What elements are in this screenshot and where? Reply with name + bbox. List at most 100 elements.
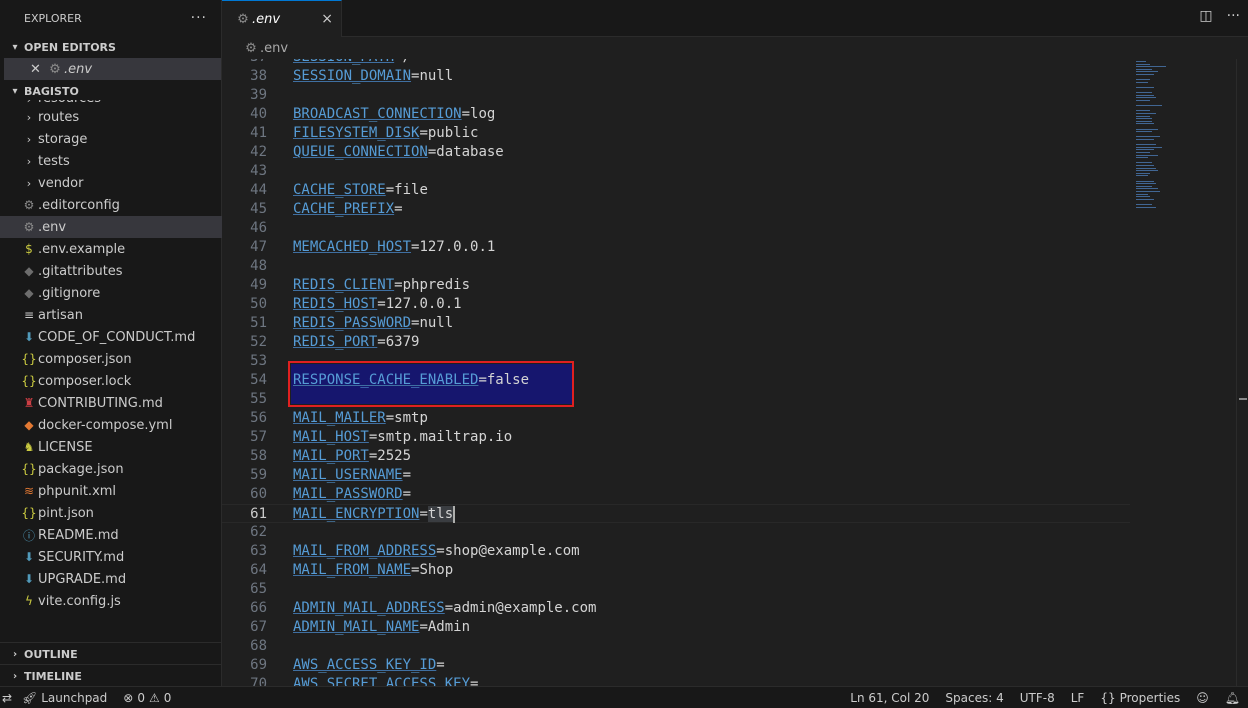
env-value: 127.0.0.1 (419, 239, 496, 255)
line-number: 52 (250, 334, 267, 350)
file-item[interactable]: {} composer.lock (0, 370, 222, 392)
env-key: ADMIN_MAIL_ADDRESS (293, 600, 445, 616)
line-number: 61 (250, 506, 267, 522)
code-line: 69 AWS_ACCESS_KEY_ID= (222, 656, 1130, 675)
env-key: MAIL_PORT (293, 448, 369, 464)
timeline-title: TIMELINE (24, 669, 82, 683)
indentation[interactable]: Spaces: 4 (937, 691, 1011, 705)
minimap-line (1136, 191, 1160, 192)
split-editor-icon[interactable]: ◫ (1199, 8, 1212, 24)
more-actions-icon[interactable]: ··· (191, 10, 207, 26)
open-editor-label: .env (64, 61, 93, 77)
env-value: tls (427, 506, 454, 522)
code-line: 64 MAIL_FROM_NAME=Shop (222, 561, 1130, 580)
minimap-line (1136, 162, 1152, 164)
remote-icon[interactable]: ⇄ (0, 691, 14, 705)
cursor-position[interactable]: Ln 61, Col 20 (842, 691, 937, 705)
file-item[interactable]: ≋ phpunit.xml (0, 480, 222, 502)
folder-item[interactable]: › vendor (0, 172, 222, 194)
minimap-line (1136, 110, 1150, 112)
code-line: 50 REDIS_HOST=127.0.0.1 (222, 295, 1130, 314)
file-item[interactable]: ⓘ README.md (0, 524, 222, 546)
chevron-right-icon: › (26, 154, 32, 168)
tab-env[interactable]: ⚙ .env × (222, 0, 342, 37)
language-mode[interactable]: {} Properties (1092, 691, 1188, 705)
code-editor[interactable]: 37SESSION_PATH=/38SESSION_DOMAIN=null394… (222, 59, 1130, 686)
file-item[interactable]: ≡ artisan (0, 304, 222, 326)
close-icon[interactable]: ✕ (30, 62, 46, 77)
outline-header[interactable]: › OUTLINE (0, 643, 222, 665)
vertical-scrollbar[interactable] (1236, 59, 1248, 686)
file-item[interactable]: ♞ LICENSE (0, 436, 222, 458)
tree-item-label: CODE_OF_CONDUCT.md (38, 329, 196, 345)
file-item[interactable]: ϟ vite.config.js (0, 590, 222, 612)
close-icon[interactable]: × (321, 11, 333, 27)
code-line: 38 SESSION_DOMAIN=null (222, 67, 1130, 86)
copilot-icon[interactable]: ☺ (1188, 691, 1217, 705)
file-type-icon: {} (21, 374, 37, 388)
minimap[interactable] (1130, 59, 1236, 686)
folder-item[interactable]: › storage (0, 128, 222, 150)
minimap-line (1136, 97, 1156, 99)
line-number: 44 (250, 182, 267, 198)
env-value: 6379 (385, 334, 420, 350)
notifications-icon[interactable]: 🔔︎ (1217, 691, 1248, 705)
file-item[interactable]: ⚙ .editorconfig (0, 194, 222, 216)
folder-item[interactable]: › routes (0, 106, 222, 128)
timeline-header[interactable]: › TIMELINE (0, 665, 222, 687)
chevron-down-icon: ▾ (12, 85, 18, 97)
timeline-section[interactable]: › TIMELINE (0, 664, 222, 687)
code-line: 39 (222, 86, 1130, 105)
open-editors-header[interactable]: ▾ OPEN EDITORS (0, 36, 221, 58)
end-of-line[interactable]: LF (1063, 691, 1093, 705)
braces-icon: {} (1100, 691, 1116, 705)
file-item[interactable]: ⬇ SECURITY.md (0, 546, 222, 568)
env-value: file (394, 182, 428, 198)
env-key: REDIS_PASSWORD (293, 315, 412, 331)
project-header[interactable]: ▾ BAGISTO (0, 80, 221, 102)
equals-sign: = (394, 277, 403, 293)
env-key: REDIS_HOST (293, 296, 378, 312)
outline-section[interactable]: › OUTLINE (0, 642, 222, 665)
file-item[interactable]: ◆ .gitattributes (0, 260, 222, 282)
file-item[interactable]: ⬇ UPGRADE.md (0, 568, 222, 590)
file-item[interactable]: ◆ docker-compose.yml (0, 414, 222, 436)
launchpad-button[interactable]: 🚀︎ Launchpad (14, 691, 115, 705)
env-key: BROADCAST_CONNECTION (293, 106, 462, 122)
file-item[interactable]: ⚙ .env (0, 216, 222, 238)
line-number: 39 (250, 87, 267, 103)
problems-button[interactable]: ⊗ 0 ⚠ 0 (115, 691, 179, 705)
code-line: 40 BROADCAST_CONNECTION=log (222, 105, 1130, 124)
minimap-line (1136, 165, 1154, 166)
editor-actions: ◫ ··· (1199, 8, 1240, 24)
file-type-icon: ⬇ (23, 550, 35, 564)
line-number: 65 (250, 581, 267, 597)
env-key: MAIL_ENCRYPTION (293, 506, 420, 522)
file-item[interactable]: ♜ CONTRIBUTING.md (0, 392, 222, 414)
open-editor-item-env[interactable]: ✕ ⚙ .env (4, 58, 221, 80)
line-number: 57 (250, 429, 267, 445)
minimap-line (1136, 92, 1152, 94)
line-text: MAIL_ENCRYPTION=tls (293, 505, 456, 524)
minimap-line (1136, 154, 1158, 156)
code-line: 49 REDIS_CLIENT=phpredis (222, 276, 1130, 295)
line-number: 46 (250, 220, 267, 236)
folder-item[interactable]: › tests (0, 150, 222, 172)
file-item[interactable]: {} composer.json (0, 348, 222, 370)
encoding[interactable]: UTF-8 (1012, 691, 1063, 705)
file-item[interactable]: $ .env.example (0, 238, 222, 260)
file-item[interactable]: ⬇ CODE_OF_CONDUCT.md (0, 326, 222, 348)
line-number: 63 (250, 543, 267, 559)
env-key: MAIL_PASSWORD (293, 486, 403, 502)
minimap-line (1136, 167, 1156, 169)
launchpad-label: Launchpad (41, 690, 108, 705)
file-item[interactable]: {} pint.json (0, 502, 222, 524)
file-item[interactable]: {} package.json (0, 458, 222, 480)
line-text: AWS_SECRET_ACCESS_KEY= (293, 675, 478, 686)
more-actions-icon[interactable]: ··· (1227, 8, 1240, 24)
file-item[interactable]: ◆ .gitignore (0, 282, 222, 304)
env-value: log (470, 106, 496, 122)
minimap-line (1136, 180, 1154, 182)
line-text: MAIL_MAILER=smtp (293, 409, 428, 428)
breadcrumb-item[interactable]: .env (260, 41, 288, 56)
